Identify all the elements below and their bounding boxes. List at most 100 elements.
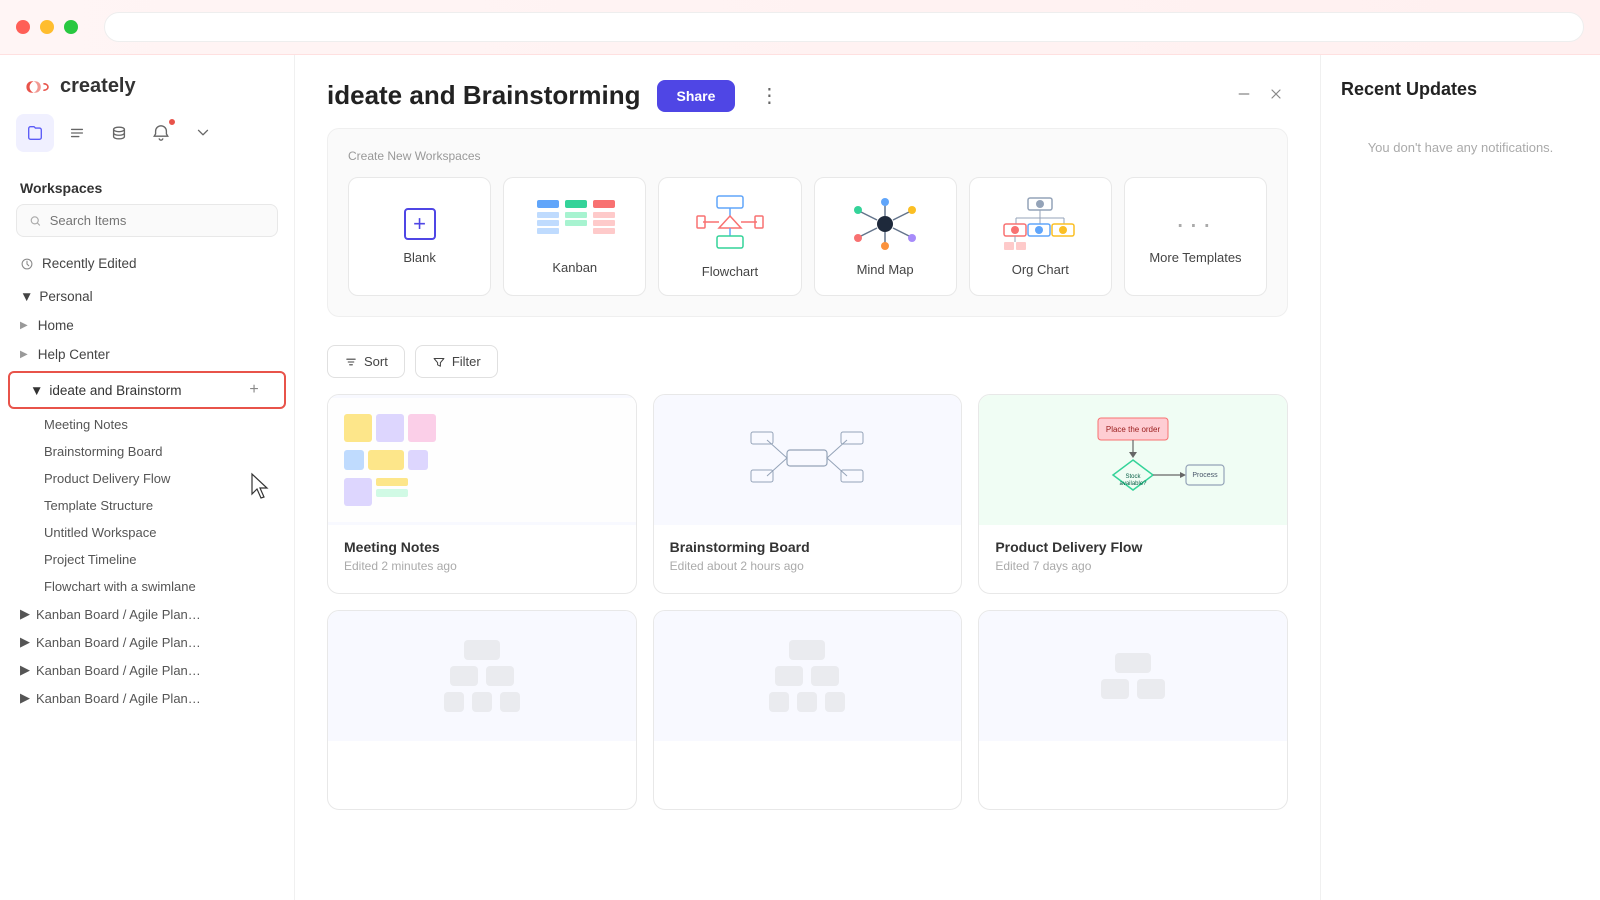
sidebar-toolbar [0,114,294,168]
personal-header[interactable]: ▼ Personal [0,282,294,311]
brainstorming-card-body: Brainstorming Board Edited about 2 hours… [654,525,962,585]
placeholder-3-body [979,741,1287,771]
create-section-label: Create New Workspaces [348,149,1267,163]
database-icon-btn[interactable] [100,114,138,152]
meeting-notes-time: Edited 2 minutes ago [344,559,620,573]
clock-icon [20,257,34,271]
product-delivery-card-body: Product Delivery Flow Edited 7 days ago [979,525,1287,585]
sidebar-item-kanban-4[interactable]: ▶ Kanban Board / Agile Plan… [0,684,294,712]
sticky-pink [408,414,436,442]
workspace-card-brainstorming[interactable]: Brainstorming Board Edited about 2 hours… [653,394,963,594]
placeholder2-node-top [789,640,825,660]
sticky-purple [376,414,404,442]
placeholder-1-body [328,741,636,771]
placeholder-row-mid [450,666,514,686]
kanban2-label: Kanban Board / Agile Plan… [36,635,201,650]
placeholder-content-1 [444,640,520,712]
template-more[interactable]: ··· More Templates [1124,177,1267,296]
placeholder3-node-l [1101,679,1129,699]
sticky-yellow-2 [368,450,404,470]
sidebar-item-flowchart-swimlane[interactable]: Flowchart with a swimlane [0,573,294,600]
sidebar-item-meeting-notes[interactable]: Meeting Notes [0,411,294,438]
search-box[interactable] [16,204,278,237]
meeting-notes-card-body: Meeting Notes Edited 2 minutes ago [328,525,636,585]
home-arrow-icon: ▶ [20,320,28,331]
page-title: ideate and Brainstorming [327,80,641,111]
folder-icon-btn[interactable] [16,114,54,152]
recently-edited-item[interactable]: Recently Edited [0,249,294,278]
sidebar-item-kanban-2[interactable]: ▶ Kanban Board / Agile Plan… [0,628,294,656]
ideate-label: ideate and Brainstorm [49,383,181,398]
template-orgchart[interactable]: Org Chart [969,177,1112,296]
minimize-window-button[interactable] [1232,82,1256,109]
mindmap-preview-icon [845,196,925,252]
more-dots-icon: ··· [1175,208,1215,240]
more-options-button[interactable]: ⋮ [751,79,787,112]
template-blank[interactable]: + Blank [348,177,491,296]
search-input[interactable] [50,213,265,228]
kanban-preview-icon [535,198,615,250]
workspace-card-meeting-notes[interactable]: Meeting Notes Edited 2 minutes ago [327,394,637,594]
close-window-button[interactable] [1264,82,1288,109]
svg-text:available?: available? [1120,481,1148,487]
placeholder-2-body [654,741,962,771]
sidebar-item-help[interactable]: ▶ Help Center [0,340,294,369]
expand-icon-btn[interactable] [184,114,222,152]
sidebar-item-kanban-3[interactable]: ▶ Kanban Board / Agile Plan… [0,656,294,684]
sidebar-item-brainstorming-board[interactable]: Brainstorming Board [0,438,294,465]
brainstorming-title: Brainstorming Board [670,539,946,555]
kanban4-arrow-icon: ▶ [20,690,30,706]
minimize-dot[interactable] [40,20,54,34]
placeholder-content-3 [1101,653,1165,699]
share-button[interactable]: Share [657,80,736,112]
sort-button[interactable]: Sort [327,345,405,378]
chevron-down-icon [194,124,212,142]
sidebar-item-home[interactable]: ▶ Home [0,311,294,340]
sidebar-item-kanban-1[interactable]: ▶ Kanban Board / Agile Plan… [0,600,294,628]
sidebar-item-ideate[interactable]: ▼ ideate and Brainstorm + [8,371,286,409]
url-bar[interactable] [104,12,1584,42]
sidebar-item-product-delivery[interactable]: Product Delivery Flow [0,465,294,492]
home-label: Home [38,318,74,333]
template-flowchart[interactable]: Flowchart [658,177,801,296]
placeholder-node-l [450,666,478,686]
template-flowchart-label: Flowchart [702,264,758,279]
creately-logo-icon [20,77,52,97]
placeholder2-node-b3 [825,692,845,712]
product-delivery-thumb: Place the order Stock available? [979,395,1287,525]
notification-icon-btn[interactable] [142,114,180,152]
placeholder3-row-mid [1101,679,1165,699]
product-delivery-time: Edited 7 days ago [995,559,1271,573]
template-grid: + Blank [348,177,1267,296]
sticky-purple-3 [344,478,372,506]
no-notifications-message: You don't have any notifications. [1341,140,1580,155]
sidebar-item-project-timeline[interactable]: Project Timeline [0,546,294,573]
workspace-card-placeholder-3[interactable] [978,610,1288,810]
filter-button[interactable]: Filter [415,345,498,378]
list-icon-btn[interactable] [58,114,96,152]
sidebar-item-template-structure[interactable]: Template Structure [0,492,294,519]
app-layout: creately Workspaces [0,55,1600,900]
workspace-card-product-delivery[interactable]: Place the order Stock available? [978,394,1288,594]
close-dot[interactable] [16,20,30,34]
title-bar [0,0,1600,55]
blank-plus-icon: + [404,208,436,240]
workspace-card-placeholder-2[interactable] [653,610,963,810]
placeholder2-row-mid [775,666,839,686]
product-delivery-title: Product Delivery Flow [995,539,1271,555]
placeholder-node-b2 [472,692,492,712]
kanban2-arrow-icon: ▶ [20,634,30,650]
search-icon [29,214,42,228]
template-kanban[interactable]: Kanban [503,177,646,296]
sidebar-item-untitled[interactable]: Untitled Workspace [0,519,294,546]
kanban1-arrow-icon: ▶ [20,606,30,622]
workspace-card-placeholder-1[interactable] [327,610,637,810]
maximize-dot[interactable] [64,20,78,34]
flowchart-swimlane-label: Flowchart with a swimlane [44,579,196,594]
ideate-add-button[interactable]: + [244,380,264,400]
template-mindmap[interactable]: Mind Map [814,177,957,296]
main-header: ideate and Brainstorming Share ⋮ [295,55,1320,128]
minimize-icon [1236,86,1252,102]
folder-icon [26,124,44,142]
sticky-blue-1 [344,450,364,470]
